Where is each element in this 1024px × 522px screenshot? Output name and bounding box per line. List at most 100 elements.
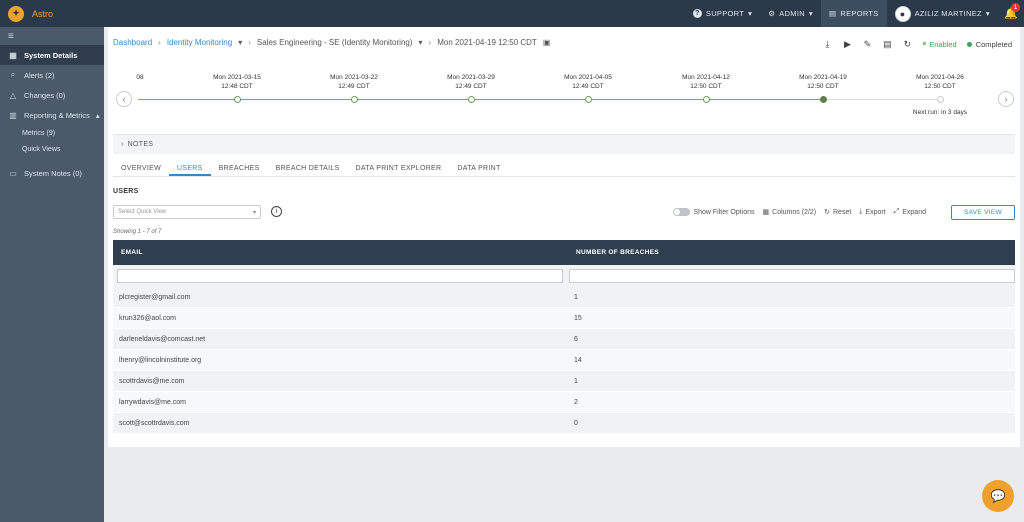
breaches-cell: 2 (574, 398, 578, 406)
timeline-date: Mon 2021-03-15 (213, 74, 261, 81)
sidebar-item-changes[interactable]: △ Changes (0) (0, 85, 104, 105)
tab-data-print[interactable]: DATA PRINT (449, 162, 508, 176)
table-row[interactable]: scott@scottrdavis.com 0 (113, 413, 1015, 434)
email-cell: krun326@aol.com (119, 314, 176, 322)
help-icon: ? (692, 9, 702, 18)
timeline-date: Mon 2021-04-12 (682, 74, 730, 81)
table-row[interactable]: larrywdavis@me.com 2 (113, 392, 1015, 413)
timeline-time: 12:50 CDT (690, 83, 722, 90)
gear-icon: ⚙ (768, 9, 776, 18)
table-filter-row (113, 265, 1015, 287)
table-controls: Show Filter Options ▦ Columns (2/2) ↻ Re… (673, 208, 926, 216)
breaches-filter-input[interactable] (569, 269, 1015, 283)
caret-down-icon[interactable]: ▾ (238, 38, 242, 47)
breadcrumb-dashboard[interactable]: Dashboard (113, 38, 152, 47)
notes-section[interactable]: › NOTES (113, 134, 1015, 154)
timeline-point-label[interactable]: Mon 2021-03-29 12:49 CDT (421, 73, 521, 91)
download-icon[interactable]: ⤓ (822, 39, 832, 49)
table-header: EMAIL NUMBER OF BREACHES (113, 240, 1015, 265)
timeline-point-label[interactable]: Mon 2021-04-05 12:49 CDT (538, 73, 638, 91)
hamburger-menu-icon[interactable]: ≡ (0, 27, 104, 45)
sidebar-item-reporting-metrics[interactable]: ▥ Reporting & Metrics ▴ (0, 105, 104, 125)
columns-button[interactable]: ▦ Columns (2/2) (762, 208, 817, 217)
table-row[interactable]: plcregister@gmail.com 1 (113, 287, 1015, 308)
sidebar-item-label: System Notes (0) (24, 168, 82, 178)
timeline-marker[interactable] (350, 96, 358, 103)
email-cell: lhenry@lincolninstitute.org (119, 356, 202, 364)
toggle-switch[interactable] (673, 208, 691, 216)
breaches-cell: 1 (574, 377, 578, 385)
timeline-track (138, 99, 823, 100)
timeline-next-button[interactable]: › (998, 91, 1014, 107)
document-icon[interactable]: ▤ (882, 39, 892, 49)
quick-view-select[interactable]: Select Quick View ▾ (113, 205, 261, 219)
save-view-button[interactable]: SAVE VIEW (951, 205, 1015, 220)
table-row[interactable]: scottrdavis@me.com 1 (113, 371, 1015, 392)
export-button[interactable]: ⤓ Export (859, 208, 885, 216)
breadcrumb-system[interactable]: Sales Engineering - SE (Identity Monitor… (257, 38, 413, 47)
tab-overview[interactable]: OVERVIEW (113, 162, 169, 176)
tab-data-print-explorer[interactable]: DATA PRINT EXPLORER (348, 162, 450, 176)
timeline-point-label[interactable]: Mon 2021-04-12 12:50 CDT (656, 73, 756, 91)
timeline-marker[interactable] (702, 96, 710, 103)
support-label: SUPPORT (705, 9, 745, 18)
tab-breach-details[interactable]: BREACH DETAILS (268, 162, 348, 176)
timeline-point-label[interactable]: Mon 2021-04-19 12:50 CDT (773, 73, 873, 91)
breaches-cell: 6 (574, 335, 578, 343)
refresh-icon[interactable]: ↻ (902, 39, 912, 49)
user-menu[interactable]: ● AZILIZ MARTINEZ ▾ (887, 0, 998, 27)
reset-icon: ↻ (824, 209, 830, 216)
timeline-marker[interactable] (467, 96, 475, 103)
edit-icon[interactable]: ✎ (862, 39, 872, 49)
timeline-point-label[interactable]: Mon 2021-03-22 12:49 CDT (304, 73, 404, 91)
sidebar-item-metrics[interactable]: Metrics (9) (0, 125, 104, 141)
chevron-down-icon: ▾ (985, 9, 990, 18)
breadcrumb-identity-monitoring[interactable]: Identity Monitoring (167, 38, 232, 47)
tab-breaches[interactable]: BREACHES (211, 162, 268, 176)
app-logo-icon[interactable]: ✦ (8, 5, 24, 22)
sidebar-item-alerts[interactable]: ⌕ Alerts (2) (0, 65, 104, 85)
sidebar-item-label: System Details (24, 50, 78, 60)
app-name: Astro (32, 8, 54, 19)
timeline-marker[interactable] (584, 96, 592, 103)
expand-button[interactable]: ⤢ Expand (894, 208, 926, 216)
column-header-breaches[interactable]: NUMBER OF BREACHES (568, 240, 1015, 265)
support-menu[interactable]: ? SUPPORT ▾ (685, 0, 760, 27)
sidebar-item-label: Alerts (2) (24, 70, 55, 80)
download-icon: ⤓ (859, 208, 863, 215)
caret-down-icon[interactable]: ▾ (419, 38, 423, 47)
email-filter-input[interactable] (117, 269, 563, 283)
sidebar-item-system-details[interactable]: ▦ System Details (0, 45, 104, 65)
info-icon[interactable]: i (271, 206, 282, 217)
show-filter-toggle[interactable]: Show Filter Options (673, 208, 755, 216)
table-row[interactable]: krun326@aol.com 15 (113, 308, 1015, 329)
admin-menu[interactable]: ⚙ ADMIN ▾ (760, 0, 821, 27)
timeline-prev-button[interactable]: ‹ (116, 91, 132, 107)
play-icon[interactable]: ▶ (842, 39, 852, 49)
table-row[interactable]: lhenry@lincolninstitute.org 14 (113, 350, 1015, 371)
reset-button[interactable]: ↻ Reset (824, 208, 851, 217)
timeline-time: 12:50 CDT (924, 83, 956, 90)
sidebar-item-quick-views[interactable]: Quick Views (0, 141, 104, 157)
breadcrumb: Dashboard › Identity Monitoring ▾ › Sale… (113, 38, 550, 47)
timeline-time: 12:49 CDT (572, 83, 604, 90)
timeline-point-label[interactable]: Mon 2021-03-15 12:48 CDT (187, 73, 287, 91)
enabled-status[interactable]: ⏸ Enabled (922, 39, 956, 49)
table-row[interactable]: darleneldavis@comcast.net 6 (113, 329, 1015, 350)
sidebar-item-system-notes[interactable]: ▭ System Notes (0) (0, 163, 104, 183)
columns-icon: ▦ (762, 209, 770, 216)
timeline-date: Mon 2021-04-05 (564, 74, 612, 81)
timeline-partial-label: 08 (136, 74, 144, 81)
column-header-email[interactable]: EMAIL (113, 240, 568, 265)
notifications-button[interactable]: 🔔 1 (998, 0, 1024, 27)
calendar-icon[interactable]: ▣ (543, 38, 551, 47)
timeline-marker[interactable] (233, 96, 241, 103)
chat-icon[interactable]: 💬 (982, 480, 1014, 512)
reports-button[interactable]: ▤ REPORTS (821, 0, 887, 27)
top-bar: ✦ Astro ? SUPPORT ▾ ⚙ ADMIN ▾ ▤ REPORTS … (0, 0, 1024, 27)
tab-users[interactable]: USERS (169, 162, 211, 176)
timeline-marker-selected[interactable] (819, 96, 827, 103)
admin-label: ADMIN (779, 9, 805, 18)
chevron-right-icon: › (121, 141, 124, 148)
timeline-date: Mon 2021-04-19 (799, 74, 847, 81)
